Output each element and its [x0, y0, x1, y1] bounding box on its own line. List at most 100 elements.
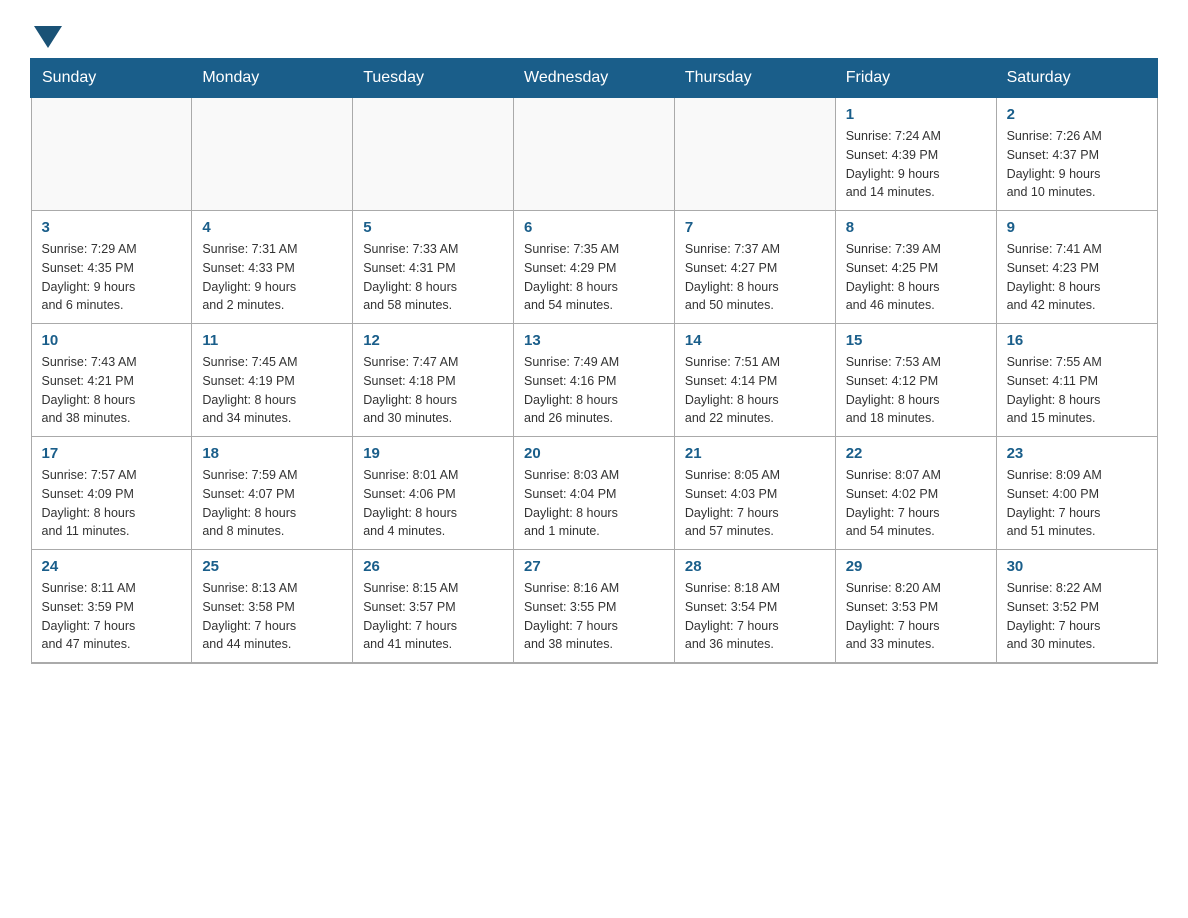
calendar-cell	[514, 98, 675, 211]
calendar-week-row: 10Sunrise: 7:43 AM Sunset: 4:21 PM Dayli…	[31, 324, 1157, 437]
day-info: Sunrise: 8:03 AM Sunset: 4:04 PM Dayligh…	[524, 466, 664, 541]
day-number: 16	[1007, 332, 1147, 349]
weekday-header-friday: Friday	[835, 59, 996, 98]
day-info: Sunrise: 8:01 AM Sunset: 4:06 PM Dayligh…	[363, 466, 503, 541]
day-number: 21	[685, 445, 825, 462]
weekday-header-tuesday: Tuesday	[353, 59, 514, 98]
day-info: Sunrise: 7:53 AM Sunset: 4:12 PM Dayligh…	[846, 353, 986, 428]
day-info: Sunrise: 7:55 AM Sunset: 4:11 PM Dayligh…	[1007, 353, 1147, 428]
day-number: 11	[202, 332, 342, 349]
day-number: 24	[42, 558, 182, 575]
day-number: 7	[685, 219, 825, 236]
calendar-cell	[674, 98, 835, 211]
day-info: Sunrise: 7:37 AM Sunset: 4:27 PM Dayligh…	[685, 240, 825, 315]
calendar-table: SundayMondayTuesdayWednesdayThursdayFrid…	[30, 58, 1158, 664]
weekday-header-saturday: Saturday	[996, 59, 1157, 98]
calendar-cell: 30 Sunrise: 8:22 AM Sunset: 3:52 PM Dayli…	[996, 550, 1157, 664]
calendar-header-row: SundayMondayTuesdayWednesdayThursdayFrid…	[31, 59, 1157, 98]
day-number: 22	[846, 445, 986, 462]
day-number: 15	[846, 332, 986, 349]
calendar-cell: 3Sunrise: 7:29 AM Sunset: 4:35 PM Daylig…	[31, 211, 192, 324]
weekday-header-sunday: Sunday	[31, 59, 192, 98]
day-number: 13	[524, 332, 664, 349]
calendar-cell: 29 Sunrise: 8:20 AM Sunset: 3:53 PM Dayli…	[835, 550, 996, 664]
day-number: 17	[42, 445, 182, 462]
logo	[30, 20, 62, 48]
day-number: 20	[524, 445, 664, 462]
calendar-cell: 20 Sunrise: 8:03 AM Sunset: 4:04 PM Dayli…	[514, 437, 675, 550]
day-number: 27	[524, 558, 664, 575]
calendar-cell: 16 Sunrise: 7:55 AM Sunset: 4:11 PM Dayli…	[996, 324, 1157, 437]
day-number: 2	[1007, 106, 1147, 123]
calendar-week-row: 17 Sunrise: 7:57 AM Sunset: 4:09 PM Dayli…	[31, 437, 1157, 550]
day-number: 6	[524, 219, 664, 236]
calendar-cell	[192, 98, 353, 211]
calendar-cell: 8 Sunrise: 7:39 AM Sunset: 4:25 PM Daylig…	[835, 211, 996, 324]
day-info: Sunrise: 7:26 AM Sunset: 4:37 PM Dayligh…	[1007, 127, 1147, 202]
day-number: 26	[363, 558, 503, 575]
calendar-week-row: 1 Sunrise: 7:24 AM Sunset: 4:39 PM Daylig…	[31, 98, 1157, 211]
day-number: 18	[202, 445, 342, 462]
calendar-cell: 23 Sunrise: 8:09 AM Sunset: 4:00 PM Dayli…	[996, 437, 1157, 550]
day-number: 12	[363, 332, 503, 349]
day-number: 1	[846, 106, 986, 123]
calendar-cell: 10Sunrise: 7:43 AM Sunset: 4:21 PM Dayli…	[31, 324, 192, 437]
calendar-cell: 1 Sunrise: 7:24 AM Sunset: 4:39 PM Daylig…	[835, 98, 996, 211]
calendar-cell: 11 Sunrise: 7:45 AM Sunset: 4:19 PM Dayli…	[192, 324, 353, 437]
calendar-week-row: 24 Sunrise: 8:11 AM Sunset: 3:59 PM Dayli…	[31, 550, 1157, 664]
day-number: 9	[1007, 219, 1147, 236]
day-info: Sunrise: 7:57 AM Sunset: 4:09 PM Dayligh…	[42, 466, 182, 541]
day-info: Sunrise: 7:45 AM Sunset: 4:19 PM Dayligh…	[202, 353, 342, 428]
day-info: Sunrise: 7:59 AM Sunset: 4:07 PM Dayligh…	[202, 466, 342, 541]
day-info: Sunrise: 8:15 AM Sunset: 3:57 PM Dayligh…	[363, 579, 503, 654]
day-info: Sunrise: 7:51 AM Sunset: 4:14 PM Dayligh…	[685, 353, 825, 428]
day-info: Sunrise: 8:13 AM Sunset: 3:58 PM Dayligh…	[202, 579, 342, 654]
calendar-cell	[353, 98, 514, 211]
calendar-cell: 22 Sunrise: 8:07 AM Sunset: 4:02 PM Dayli…	[835, 437, 996, 550]
day-info: Sunrise: 8:11 AM Sunset: 3:59 PM Dayligh…	[42, 579, 182, 654]
weekday-header-monday: Monday	[192, 59, 353, 98]
calendar-cell: 17 Sunrise: 7:57 AM Sunset: 4:09 PM Dayli…	[31, 437, 192, 550]
weekday-header-thursday: Thursday	[674, 59, 835, 98]
day-info: Sunrise: 7:33 AM Sunset: 4:31 PM Dayligh…	[363, 240, 503, 315]
day-number: 25	[202, 558, 342, 575]
day-number: 14	[685, 332, 825, 349]
day-number: 5	[363, 219, 503, 236]
calendar-cell: 12 Sunrise: 7:47 AM Sunset: 4:18 PM Dayli…	[353, 324, 514, 437]
day-info: Sunrise: 7:47 AM Sunset: 4:18 PM Dayligh…	[363, 353, 503, 428]
day-info: Sunrise: 8:18 AM Sunset: 3:54 PM Dayligh…	[685, 579, 825, 654]
day-number: 8	[846, 219, 986, 236]
weekday-header-wednesday: Wednesday	[514, 59, 675, 98]
calendar-cell: 28Sunrise: 8:18 AM Sunset: 3:54 PM Dayli…	[674, 550, 835, 664]
calendar-cell: 26 Sunrise: 8:15 AM Sunset: 3:57 PM Dayli…	[353, 550, 514, 664]
calendar-cell: 19 Sunrise: 8:01 AM Sunset: 4:06 PM Dayli…	[353, 437, 514, 550]
day-info: Sunrise: 8:07 AM Sunset: 4:02 PM Dayligh…	[846, 466, 986, 541]
calendar-cell: 27 Sunrise: 8:16 AM Sunset: 3:55 PM Dayli…	[514, 550, 675, 664]
day-info: Sunrise: 7:41 AM Sunset: 4:23 PM Dayligh…	[1007, 240, 1147, 315]
day-number: 3	[42, 219, 182, 236]
day-info: Sunrise: 8:22 AM Sunset: 3:52 PM Dayligh…	[1007, 579, 1147, 654]
day-info: Sunrise: 7:35 AM Sunset: 4:29 PM Dayligh…	[524, 240, 664, 315]
day-number: 4	[202, 219, 342, 236]
calendar-cell: 25 Sunrise: 8:13 AM Sunset: 3:58 PM Dayli…	[192, 550, 353, 664]
calendar-cell: 15 Sunrise: 7:53 AM Sunset: 4:12 PM Dayli…	[835, 324, 996, 437]
calendar-cell: 13Sunrise: 7:49 AM Sunset: 4:16 PM Dayli…	[514, 324, 675, 437]
day-number: 29	[846, 558, 986, 575]
calendar-cell: 6 Sunrise: 7:35 AM Sunset: 4:29 PM Daylig…	[514, 211, 675, 324]
calendar-cell: 4Sunrise: 7:31 AM Sunset: 4:33 PM Daylig…	[192, 211, 353, 324]
logo-triangle-icon	[34, 26, 62, 48]
day-info: Sunrise: 8:05 AM Sunset: 4:03 PM Dayligh…	[685, 466, 825, 541]
day-number: 23	[1007, 445, 1147, 462]
day-info: Sunrise: 8:16 AM Sunset: 3:55 PM Dayligh…	[524, 579, 664, 654]
day-info: Sunrise: 7:24 AM Sunset: 4:39 PM Dayligh…	[846, 127, 986, 202]
calendar-cell: 14 Sunrise: 7:51 AM Sunset: 4:14 PM Dayli…	[674, 324, 835, 437]
calendar-week-row: 3Sunrise: 7:29 AM Sunset: 4:35 PM Daylig…	[31, 211, 1157, 324]
day-info: Sunrise: 8:20 AM Sunset: 3:53 PM Dayligh…	[846, 579, 986, 654]
page-header	[30, 20, 1158, 48]
day-info: Sunrise: 8:09 AM Sunset: 4:00 PM Dayligh…	[1007, 466, 1147, 541]
day-number: 19	[363, 445, 503, 462]
day-info: Sunrise: 7:43 AM Sunset: 4:21 PM Dayligh…	[42, 353, 182, 428]
calendar-cell: 2 Sunrise: 7:26 AM Sunset: 4:37 PM Daylig…	[996, 98, 1157, 211]
day-info: Sunrise: 7:39 AM Sunset: 4:25 PM Dayligh…	[846, 240, 986, 315]
day-number: 30	[1007, 558, 1147, 575]
